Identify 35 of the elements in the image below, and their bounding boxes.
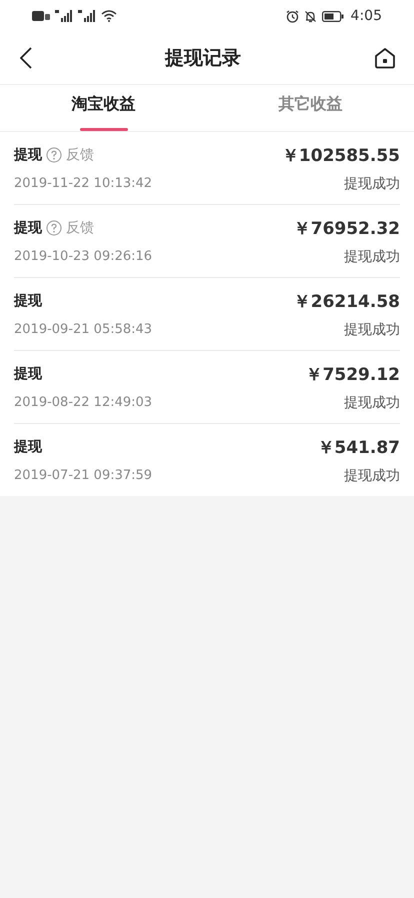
help-icon[interactable]	[46, 147, 62, 163]
tab[interactable]: 其它收益	[207, 85, 414, 131]
record-title: 提现	[14, 146, 42, 164]
status-time: 4:05	[350, 8, 382, 24]
record-status: 提现成功	[344, 394, 400, 412]
hd-icon	[32, 11, 50, 21]
feedback-link[interactable]: 反馈	[66, 146, 94, 164]
wifi-icon	[101, 10, 117, 22]
record-status: 提现成功	[344, 320, 400, 338]
amount: ￥26214.58	[294, 290, 400, 312]
battery-icon	[322, 10, 344, 22]
alarm-icon	[286, 10, 299, 22]
record-status: 提现成功	[344, 248, 400, 266]
record-time: 2019-07-21 09:37:59	[14, 468, 152, 483]
record-status: 提现成功	[344, 466, 400, 484]
amount: ￥76952.32	[294, 218, 400, 240]
record-time: 2019-08-22 12:49:03	[14, 395, 152, 410]
record-time: 2019-11-22 10:13:42	[14, 176, 152, 191]
page-title: 提现记录	[165, 46, 241, 71]
signal-icon	[55, 10, 73, 22]
amount: ￥102585.55	[282, 144, 400, 166]
help-icon[interactable]	[46, 220, 62, 236]
record-title: 提现	[14, 438, 42, 456]
record-status: 提现成功	[344, 174, 400, 192]
record-time: 2019-09-21 05:58:43	[14, 322, 152, 337]
feedback-link[interactable]: 反馈	[66, 219, 94, 237]
record-title: 提现	[14, 219, 42, 237]
signal-icon	[78, 10, 96, 22]
tab[interactable]: 淘宝收益	[0, 85, 207, 131]
record-time: 2019-10-23 09:26:16	[14, 249, 152, 264]
record-title: 提现	[14, 365, 42, 383]
mute-bell-icon	[304, 10, 317, 22]
record-title: 提现	[14, 292, 42, 310]
amount: ￥541.87	[317, 436, 400, 458]
amount: ￥7529.12	[306, 364, 400, 386]
